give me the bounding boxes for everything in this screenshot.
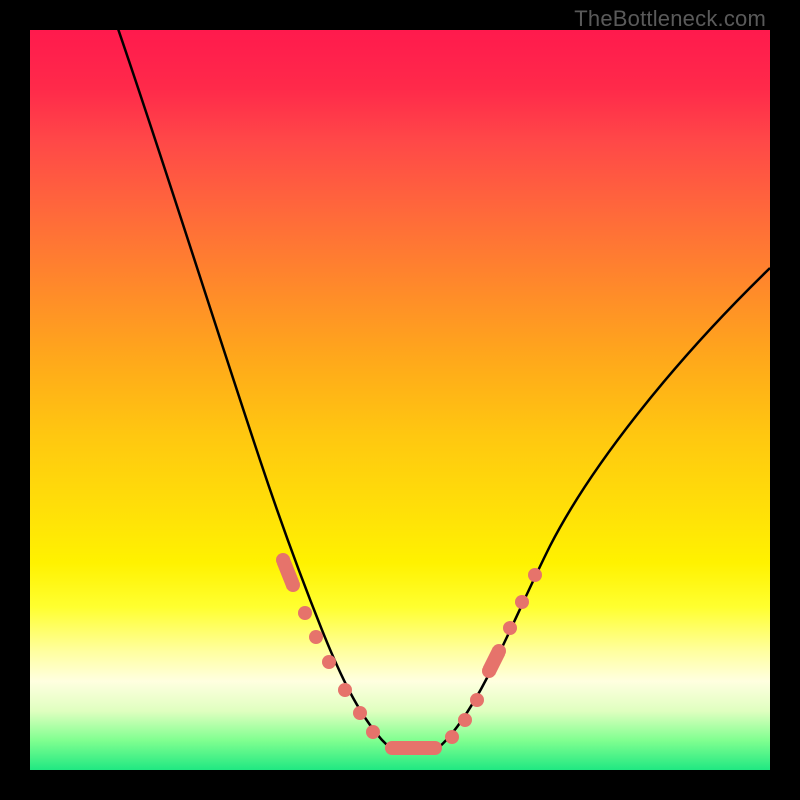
marker-dot bbox=[515, 595, 529, 609]
marker-pill bbox=[276, 553, 300, 592]
marker-pill bbox=[482, 644, 506, 678]
marker-dot bbox=[528, 568, 542, 582]
marker-dot bbox=[353, 706, 367, 720]
marker-dot bbox=[298, 606, 312, 620]
marker-dot bbox=[503, 621, 517, 635]
marker-dot bbox=[322, 655, 336, 669]
marker-dot bbox=[309, 630, 323, 644]
marker-pill-trough bbox=[385, 741, 442, 755]
marker-dot bbox=[458, 713, 472, 727]
marker-dot bbox=[338, 683, 352, 697]
watermark-text: TheBottleneck.com bbox=[574, 6, 766, 32]
curve-left-branch bbox=[115, 30, 390, 748]
bottleneck-chart bbox=[30, 30, 770, 770]
marker-dot bbox=[366, 725, 380, 739]
marker-dot bbox=[470, 693, 484, 707]
marker-dot bbox=[445, 730, 459, 744]
